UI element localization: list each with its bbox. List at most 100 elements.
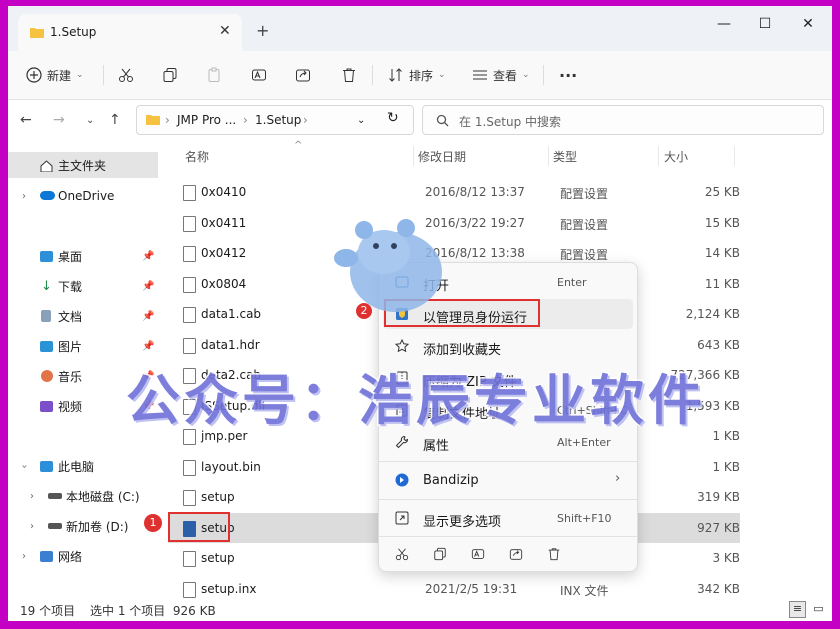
column-divider[interactable] <box>413 146 414 166</box>
nav-drive-c[interactable]: › 本地磁盘 (C:) <box>8 483 158 509</box>
file-type: 配置设置 <box>560 217 609 232</box>
file-icon <box>183 276 196 293</box>
sort-icon <box>389 68 402 82</box>
chevron-right-icon[interactable]: › <box>30 491 34 502</box>
cloud-icon <box>40 191 55 200</box>
address-bar[interactable]: › JMP Pro ... › 1.Setup › ⌄ ↻ <box>136 105 414 135</box>
address-dropdown-icon[interactable]: ⌄ <box>357 115 365 126</box>
recent-chevron-icon[interactable]: ⌄ <box>86 115 94 126</box>
chevron-down-icon[interactable]: › <box>19 464 30 468</box>
forward-arrow-icon[interactable]: → <box>53 112 65 128</box>
delete-button[interactable] <box>341 64 357 86</box>
file-icon <box>183 490 196 506</box>
search-box[interactable]: 在 1.Setup 中搜索 <box>422 105 824 135</box>
new-tab-button[interactable]: + <box>256 21 269 40</box>
nav-downloads[interactable]: ↓ 下载 📌 <box>8 273 158 299</box>
nav-drive-d[interactable]: › 新加卷 (D:) <box>8 513 158 539</box>
step-badge-1: 1 <box>144 514 162 532</box>
folder-icon <box>30 28 44 38</box>
new-button[interactable]: 新建 ⌄ <box>26 64 84 86</box>
file-name: 0x0411 <box>201 215 247 230</box>
file-size: 25 KB <box>704 185 740 199</box>
new-label: 新建 <box>47 68 72 83</box>
back-arrow-icon[interactable]: ← <box>20 112 32 128</box>
trash-icon <box>343 68 355 82</box>
menu-item-bandizip[interactable]: Bandizip › <box>383 465 633 495</box>
file-icon <box>183 246 196 262</box>
file-name: 0x0410 <box>201 185 247 199</box>
computer-icon <box>40 461 53 472</box>
scissors-icon <box>119 68 133 82</box>
file-name: layout.bin <box>201 459 261 474</box>
explorer-window: 1.Setup ✕ + — ☐ ✕ 新建 ⌄ 排序 ⌄ 查看 ⌄ ··· ← →… <box>8 6 832 621</box>
menu-shortcut: Alt+Enter <box>557 436 611 449</box>
chevron-right-icon[interactable]: › <box>22 551 26 562</box>
breadcrumb-item[interactable]: JMP Pro ... <box>177 113 236 127</box>
column-divider[interactable] <box>548 146 549 166</box>
tab-1-setup[interactable]: 1.Setup ✕ <box>18 14 242 51</box>
hippo-mascot-logo <box>334 219 442 312</box>
file-row[interactable]: 0x0410 2016/8/12 13:37 配置设置 25 KB <box>168 177 740 207</box>
column-divider[interactable] <box>734 146 735 166</box>
music-icon <box>41 370 53 382</box>
details-view-icon[interactable]: ≡ <box>789 601 806 618</box>
menu-shortcut: Shift+F10 <box>557 512 612 525</box>
copy-button[interactable] <box>162 64 178 86</box>
chevron-right-icon[interactable]: › <box>30 521 34 532</box>
nav-this-pc[interactable]: › 此电脑 <box>8 453 158 479</box>
more-options-button[interactable]: ··· <box>559 64 577 86</box>
copy-icon[interactable] <box>433 547 447 561</box>
toolbar-divider <box>103 65 104 85</box>
nav-network[interactable]: › 网络 <box>8 543 158 569</box>
share-icon[interactable] <box>509 547 523 561</box>
refresh-icon[interactable]: ↻ <box>387 110 399 126</box>
nav-home[interactable]: 主文件夹 <box>8 152 158 178</box>
nav-label: 此电脑 <box>58 459 95 474</box>
nav-onedrive[interactable]: › OneDrive <box>8 183 158 209</box>
star-icon <box>395 339 409 353</box>
close-window-button[interactable]: ✕ <box>796 16 820 32</box>
selection-info: 选中 1 个项目 926 KB <box>90 604 216 618</box>
file-icon <box>183 459 196 476</box>
breadcrumb-separator: › <box>165 113 170 127</box>
copy-icon <box>163 68 177 82</box>
rename-button[interactable] <box>251 64 267 86</box>
breadcrumb-separator: › <box>243 113 248 127</box>
menu-separator <box>379 536 637 537</box>
wrench-icon <box>395 436 408 449</box>
view-button[interactable]: 查看 ⌄ <box>472 64 530 86</box>
tab-close-icon[interactable]: ✕ <box>219 23 231 39</box>
sort-label: 排序 <box>409 68 434 83</box>
chevron-right-icon[interactable]: › <box>22 191 26 202</box>
paste-button[interactable] <box>206 64 222 86</box>
folder-icon <box>146 115 160 125</box>
column-header-date[interactable]: 修改日期 <box>418 148 466 165</box>
scissors-icon[interactable] <box>395 547 409 561</box>
nav-label: 新加卷 (D:) <box>66 519 129 534</box>
tiles-view-icon[interactable]: ▭ <box>811 601 826 616</box>
nav-desktop[interactable]: 桌面 📌 <box>8 243 158 269</box>
menu-item-show-more[interactable]: 显示更多选项 Shift+F10 <box>383 503 633 533</box>
file-name: setup <box>201 551 235 565</box>
file-type: 配置设置 <box>560 187 609 201</box>
up-arrow-icon[interactable]: ↑ <box>109 112 121 128</box>
menu-shortcut: Enter <box>557 276 587 289</box>
rename-icon[interactable] <box>471 547 485 561</box>
breadcrumb-item[interactable]: 1.Setup <box>255 113 301 127</box>
column-header-name[interactable]: 名称 <box>185 148 209 165</box>
trash-icon[interactable] <box>547 547 561 561</box>
file-icon <box>183 307 196 323</box>
cut-button[interactable] <box>118 64 134 86</box>
share-button[interactable] <box>295 64 311 86</box>
submenu-chevron-icon: › <box>615 471 621 486</box>
column-header-type[interactable]: 类型 <box>553 148 577 165</box>
file-size: 1 KB <box>712 459 740 474</box>
chevron-down-icon: ⌄ <box>438 70 446 80</box>
maximize-button[interactable]: ☐ <box>753 16 777 32</box>
nav-label: 文档 <box>58 309 83 324</box>
column-divider[interactable] <box>658 146 659 166</box>
minimize-button[interactable]: — <box>712 16 736 32</box>
sort-button[interactable]: 排序 ⌄ <box>388 64 446 86</box>
nav-documents[interactable]: 文档 📌 <box>8 303 158 329</box>
column-header-size[interactable]: 大小 <box>664 148 688 165</box>
